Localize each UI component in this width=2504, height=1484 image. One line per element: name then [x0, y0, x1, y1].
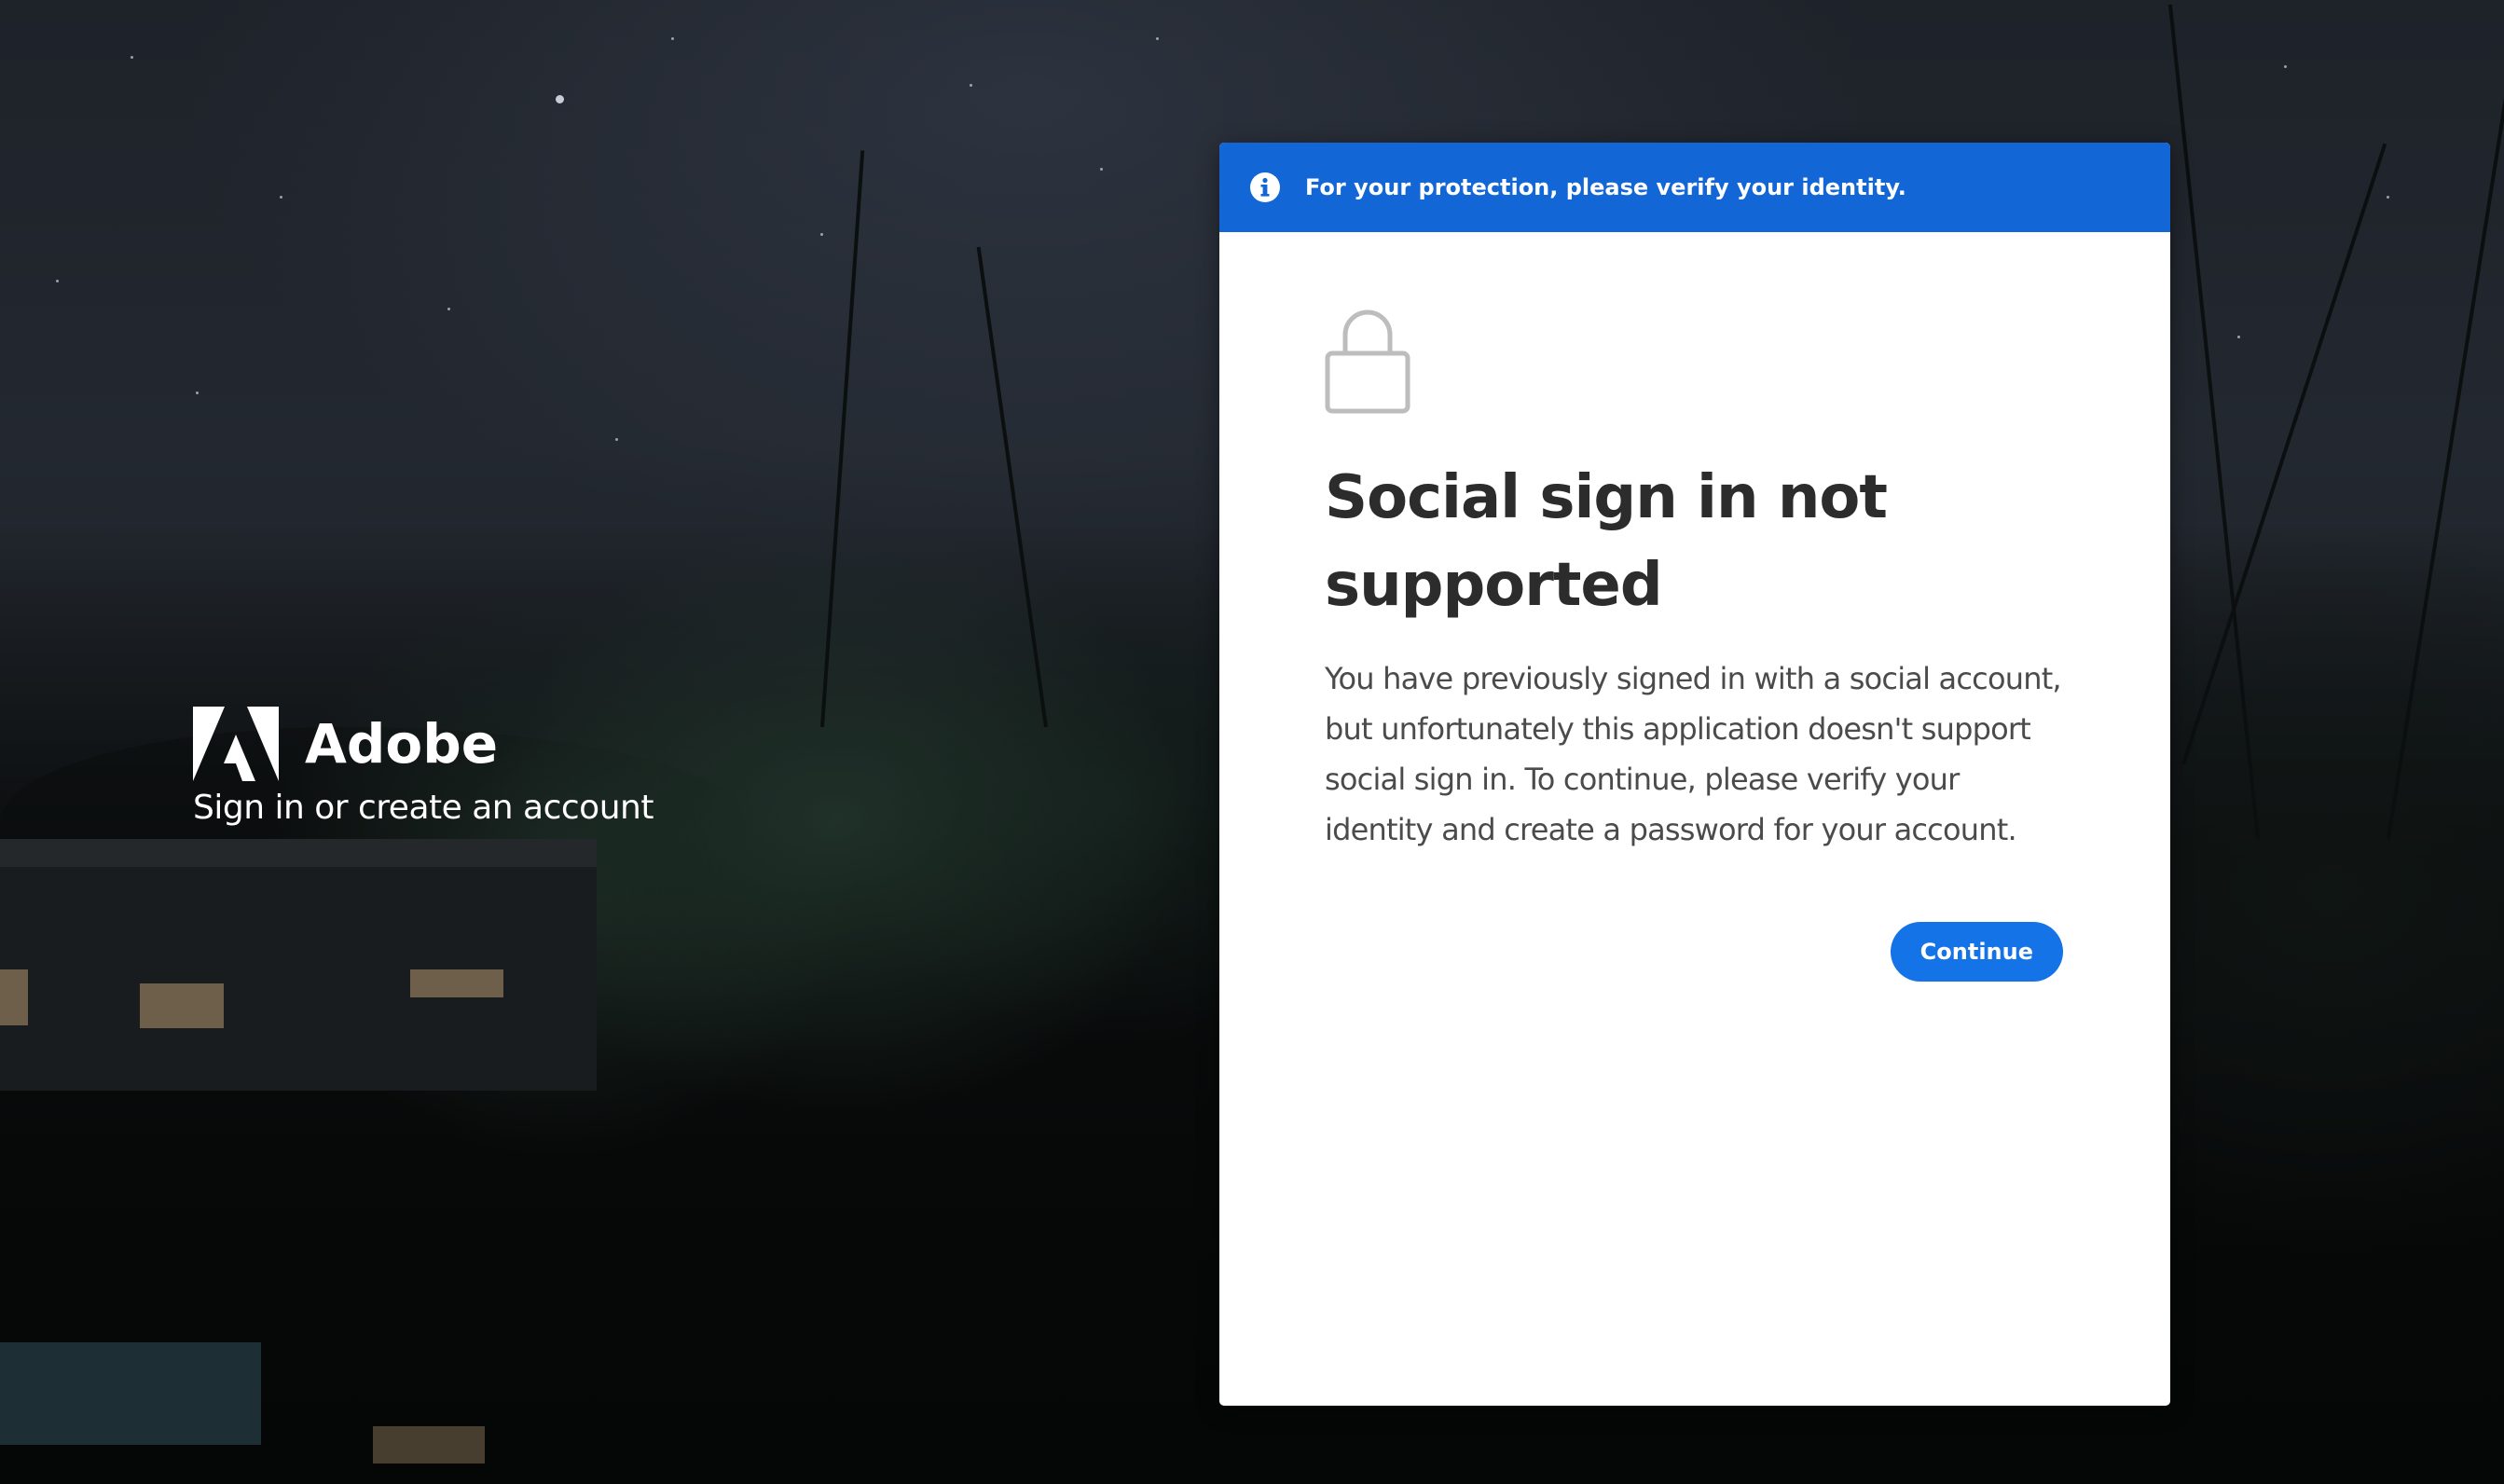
info-icon: [1250, 172, 1280, 202]
brand-block: Adobe Sign in or create an account: [193, 707, 654, 827]
protection-banner: For your protection, please verify your …: [1219, 143, 2170, 232]
verification-dialog: For your protection, please verify your …: [1219, 143, 2170, 1406]
lit-window: [140, 983, 224, 1028]
dialog-actions: Continue: [1325, 922, 2066, 982]
brand-header: Adobe: [193, 707, 654, 781]
continue-button[interactable]: Continue: [1890, 922, 2063, 982]
star: [970, 84, 972, 87]
lit-window: [410, 969, 503, 997]
sign-in-page: Adobe Sign in or create an account For y…: [0, 0, 2504, 1484]
star: [196, 392, 199, 394]
star: [56, 280, 59, 282]
star: [447, 308, 450, 310]
star: [1100, 168, 1103, 171]
star: [280, 196, 282, 199]
star: [131, 56, 133, 59]
banner-message: For your protection, please verify your …: [1305, 174, 1906, 200]
water-reflection: [0, 1342, 261, 1445]
star: [671, 37, 674, 40]
adobe-logo-icon: [193, 707, 279, 781]
lock-icon: [1325, 309, 1410, 414]
lit-window: [0, 969, 28, 1025]
dialog-body: Social sign in not supported You have pr…: [1219, 232, 2170, 982]
star: [615, 438, 618, 441]
dialog-message: You have previously signed in with a soc…: [1325, 661, 2062, 847]
brand-name: Adobe: [305, 712, 499, 776]
star: [1156, 37, 1159, 40]
house-silhouette: [0, 867, 597, 1091]
star: [820, 233, 823, 236]
brand-tagline: Sign in or create an account: [193, 789, 654, 827]
dialog-title: Social sign in not supported: [1325, 463, 1888, 620]
star: [2387, 196, 2389, 199]
star: [2284, 65, 2287, 68]
star: [2237, 336, 2240, 338]
water-reflection-light: [373, 1426, 485, 1463]
star: [556, 95, 564, 103]
